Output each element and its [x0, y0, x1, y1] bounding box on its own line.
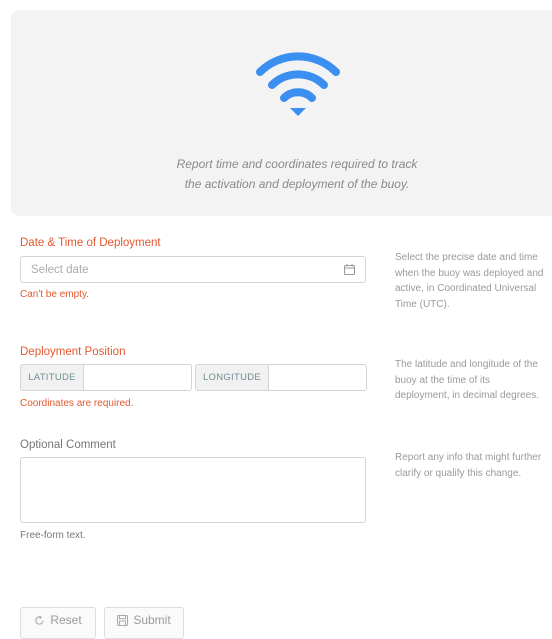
reset-icon — [35, 615, 44, 625]
latitude-group: LATITUDE — [20, 364, 192, 391]
hero-description-line-1: Report time and coordinates required to … — [176, 157, 418, 171]
deployment-date-label: Date & Time of Deployment — [20, 237, 161, 249]
optional-comment-hint: Free-form text. — [20, 530, 86, 541]
hero-card: Report time and coordinates required to … — [11, 10, 552, 216]
calendar-icon[interactable] — [344, 264, 355, 275]
deployment-date-field[interactable] — [20, 256, 366, 283]
optional-comment-label: Optional Comment — [20, 439, 116, 451]
latitude-addon: LATITUDE — [20, 364, 84, 391]
optional-comment-textarea[interactable] — [20, 457, 366, 523]
longitude-input[interactable] — [269, 364, 367, 391]
reset-button-label: Reset — [50, 613, 82, 627]
hero-description: Report time and coordinates required to … — [111, 154, 483, 194]
longitude-addon: LONGITUDE — [195, 364, 269, 391]
reset-button[interactable]: Reset — [20, 607, 96, 639]
latitude-input[interactable] — [84, 364, 192, 391]
submit-button[interactable]: Submit — [104, 607, 184, 639]
optional-comment-help: Report any info that might further clari… — [395, 452, 542, 479]
deployment-date-help: Select the precise date and time when th… — [395, 252, 544, 310]
hero-description-line-2: the activation and deployment of the buo… — [184, 177, 410, 191]
deployment-position-label: Deployment Position — [20, 346, 126, 358]
coordinates-error: Coordinates are required. — [20, 398, 134, 409]
deployment-date-input[interactable] — [21, 257, 331, 282]
deployment-date-error: Can't be empty. — [20, 289, 89, 300]
submit-button-label: Submit — [133, 613, 171, 627]
deployment-position-help: The latitude and longitude of the buoy a… — [395, 359, 539, 402]
longitude-group: LONGITUDE — [195, 364, 367, 391]
save-icon — [117, 615, 129, 626]
wifi-icon — [256, 52, 340, 116]
